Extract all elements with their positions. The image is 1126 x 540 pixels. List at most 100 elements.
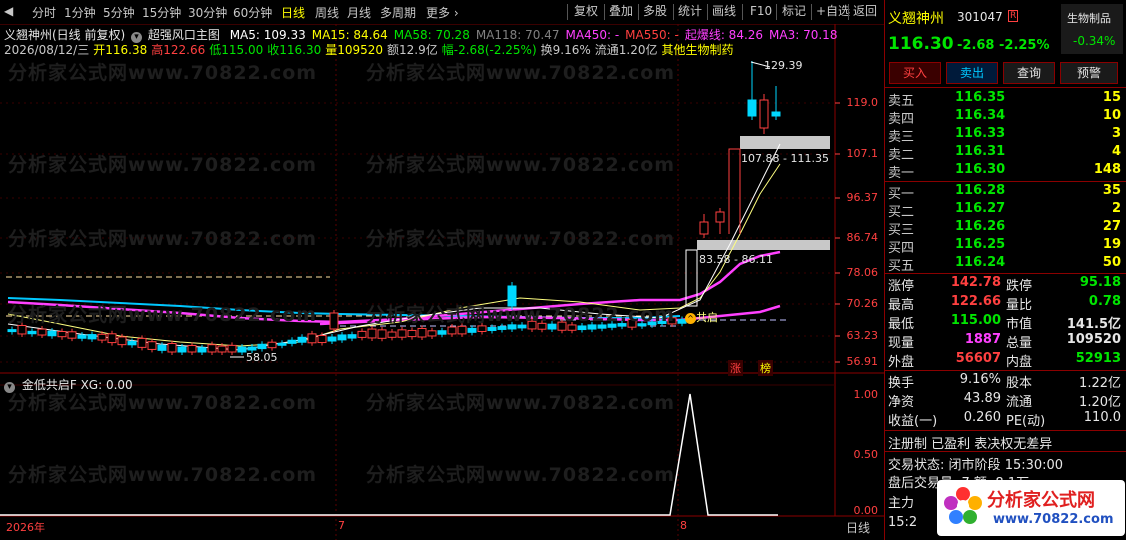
indicator-name[interactable]: 超强风口主图 [148, 28, 220, 42]
candle-body [377, 329, 387, 339]
alert-button[interactable]: 预警 [1060, 62, 1118, 84]
stat-value: 0.260 [963, 410, 1001, 425]
draw-line-button[interactable]: 画线 [710, 3, 738, 20]
stat-value: 1.22亿 [1079, 376, 1121, 391]
tag-zhang[interactable]: 涨 [728, 360, 743, 376]
stats-button[interactable]: 统计 [676, 3, 704, 20]
tab-60min[interactable]: 60分钟 [233, 4, 272, 21]
candle-body [347, 334, 357, 339]
chevron-right-icon: › [450, 6, 459, 20]
tab-more-label: 更多 [426, 6, 451, 20]
bid-label: 买一 [888, 187, 915, 202]
candle-body [227, 344, 237, 353]
stock-code: 301047 [957, 10, 1003, 24]
toolbar-back-arrow-icon[interactable]: ◀ [4, 4, 13, 18]
candle-body [107, 333, 117, 344]
watermark-text: 分析家公式网www.70822.com [8, 154, 318, 176]
quote-panel: 义翘神州 301047 R 生物制品 -0.34% 116.30 -2.68 -… [884, 0, 1126, 540]
ask-row[interactable]: 卖五 116.35 15 [885, 90, 1126, 109]
kline-chart-area[interactable]: 分析家公式网www.70822.com 分析家公式网www.70822.com … [0, 24, 884, 540]
tab-more[interactable]: 更多 › [426, 4, 459, 21]
ask-price: 116.33 [955, 126, 1006, 141]
candle-body [267, 341, 277, 349]
candle-body [287, 339, 297, 344]
bid-row[interactable]: 买三 116.26 27 [885, 219, 1126, 238]
candle-body [367, 328, 377, 339]
ask-row[interactable]: 卖三 116.33 3 [885, 126, 1126, 145]
candle-body [37, 328, 47, 336]
tab-5min[interactable]: 5分钟 [103, 4, 135, 21]
signal-marker-icon: ^ [685, 313, 696, 324]
ask-volume: 15 [1102, 90, 1121, 105]
tag-bang[interactable]: 榜 [758, 360, 773, 376]
stat-row: 换手 9.16% 股本 1.22亿 [885, 372, 1126, 391]
candle-body [387, 331, 397, 338]
sell-button[interactable]: 卖出 [946, 62, 998, 84]
bid-row[interactable]: 买四 116.25 19 [885, 237, 1126, 256]
ohlc-value: 流通1.20亿 [594, 43, 658, 57]
buy-button[interactable]: 买入 [889, 62, 941, 84]
ask-row[interactable]: 卖一 116.30 148 [885, 162, 1126, 181]
bid-row[interactable]: 买五 116.24 50 [885, 255, 1126, 274]
bid-row[interactable]: 买一 116.28 35 [885, 183, 1126, 202]
tab-fenshi[interactable]: 分时 [32, 4, 56, 21]
candle-body [759, 99, 769, 129]
info-line: 注册制 已盈利 表决权无差异 [888, 437, 1053, 452]
candle-body [329, 312, 339, 330]
ask-row[interactable]: 卖二 116.31 4 [885, 144, 1126, 163]
candle-body [327, 336, 337, 342]
candle-body [297, 336, 307, 343]
stat-value: 115.00 [950, 313, 1001, 328]
f10-button[interactable]: F10 [748, 3, 774, 20]
candle-body [207, 344, 217, 353]
tab-30min[interactable]: 30分钟 [188, 4, 227, 21]
period-label[interactable]: 日线 [846, 519, 870, 536]
query-button[interactable]: 查询 [1003, 62, 1055, 84]
tab-weekly[interactable]: 周线 [315, 4, 339, 21]
candle-body [247, 346, 257, 351]
candle-body [137, 337, 147, 348]
dropdown-circle-icon[interactable]: ▾ [4, 382, 15, 393]
tab-1min[interactable]: 1分钟 [64, 4, 96, 21]
sub-axis-label: 0.00 [853, 504, 879, 517]
stat-label: 最低 [888, 317, 915, 332]
tab-15min[interactable]: 15分钟 [142, 4, 181, 21]
candle-body [57, 331, 67, 338]
ohlc-value: 2026/08/12/三 [4, 43, 90, 57]
ohlc-value: 额12.9亿 [387, 43, 438, 57]
price-axis-label: 78.06 [846, 266, 879, 279]
sub-indicator-title[interactable]: 金低共启F [22, 378, 77, 392]
ask-row[interactable]: 卖四 116.34 10 [885, 108, 1126, 127]
stat-value: 1.20亿 [1079, 395, 1121, 410]
bid-row[interactable]: 买二 116.27 2 [885, 201, 1126, 220]
stat-label: 市值 [1006, 317, 1033, 332]
trade-status-label: 交易状态: [888, 458, 945, 473]
price-axis-label: 63.23 [846, 329, 879, 342]
tab-daily[interactable]: 日线 [281, 4, 305, 21]
stat-value: 109520 [1066, 332, 1121, 347]
multi-stock-button[interactable]: 多股 [641, 3, 669, 20]
add-favorite-button[interactable]: +自选 [814, 3, 852, 20]
watermark-text: 分析家公式网www.70822.com [8, 464, 318, 486]
stat-value: 52913 [1075, 351, 1121, 366]
fuquan-button[interactable]: 复权 [572, 3, 600, 20]
stat-row: 收益(一) 0.260 PE(动) 110.0 [885, 410, 1126, 429]
stock-name: 义翘神州 [888, 11, 944, 27]
sector-box[interactable]: 生物制品 -0.34% [1061, 4, 1123, 54]
tab-multi-period[interactable]: 多周期 [380, 4, 416, 21]
mark-button[interactable]: 标记 [780, 3, 808, 20]
candle-body [715, 211, 725, 223]
overlay-button[interactable]: 叠加 [607, 3, 635, 20]
stat-label: 涨停 [888, 279, 915, 294]
back-button[interactable]: 返回 [851, 3, 879, 20]
stat-value: 142.78 [950, 275, 1001, 290]
candle-body [177, 346, 187, 353]
bid-label: 买五 [888, 259, 915, 274]
sub-axis-label: 0.50 [853, 448, 879, 461]
chart-stock-title: 义翘神州(日线 前复权) [4, 28, 126, 42]
tab-monthly[interactable]: 月线 [347, 4, 371, 21]
stat-value: 122.66 [950, 294, 1001, 309]
ask-price: 116.35 [955, 90, 1006, 105]
ask-label: 卖一 [888, 166, 915, 181]
candle-body [467, 327, 477, 333]
